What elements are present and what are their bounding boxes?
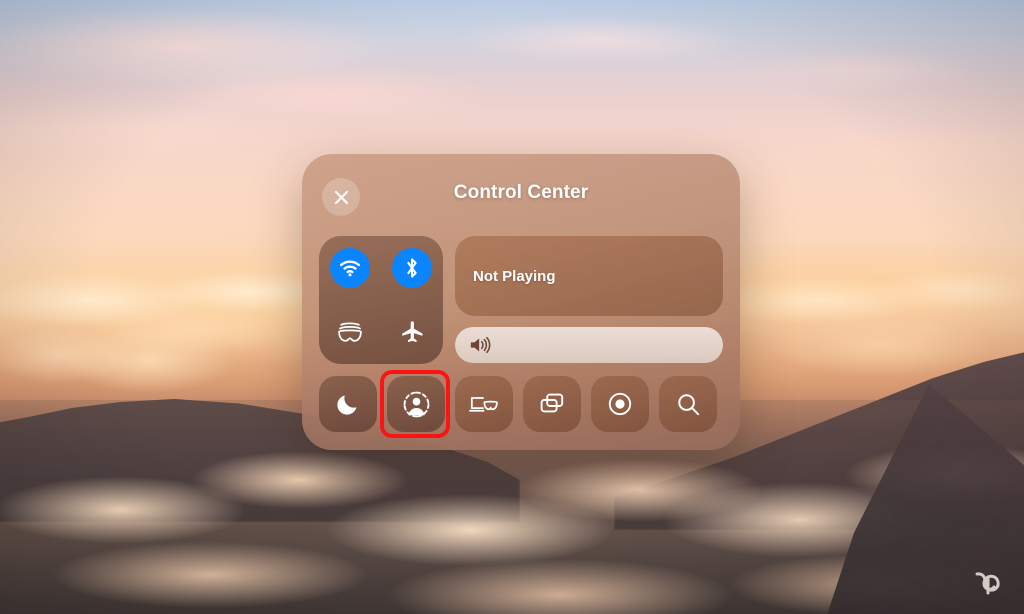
search-icon [677, 393, 699, 415]
moon-icon [337, 395, 357, 415]
wifi-toggle[interactable] [330, 248, 370, 288]
bluetooth-icon [407, 258, 417, 278]
page-title: Control Center [453, 182, 589, 203]
speaker-wave-icon [470, 336, 491, 354]
brand-watermark [975, 572, 1000, 595]
media-tile[interactable]: Not Playing [455, 236, 723, 316]
screen-record-button[interactable] [591, 376, 649, 432]
control-center-body: Not Playing [319, 236, 723, 432]
airplane-mode-toggle[interactable] [392, 312, 432, 352]
windows-icon [540, 393, 564, 413]
shortcut-row [319, 376, 723, 432]
search-button[interactable] [659, 376, 717, 432]
mac-virtual-display-icon [469, 397, 498, 412]
wifi-icon [340, 260, 360, 277]
media-and-volume-column: Not Playing [455, 236, 723, 364]
persona-button[interactable] [387, 376, 445, 432]
record-icon [608, 392, 632, 416]
airplane-icon [402, 321, 423, 343]
media-status-label: Not Playing [473, 267, 556, 285]
connectivity-tile [319, 236, 443, 364]
window-manager-button[interactable] [523, 376, 581, 432]
mac-virtual-display-button[interactable] [455, 376, 513, 432]
volume-slider-fill [455, 327, 723, 363]
control-center-upper-row: Not Playing [319, 236, 723, 364]
persona-icon [403, 391, 429, 417]
guest-user-toggle[interactable] [330, 312, 370, 352]
focus-button[interactable] [319, 376, 377, 432]
screenshot-stage: Control Center Not Playing [0, 0, 1024, 614]
control-center-panel: Control Center Not Playing [302, 154, 740, 450]
bluetooth-toggle[interactable] [392, 248, 432, 288]
volume-slider[interactable] [455, 327, 723, 363]
control-center-header: Control Center [302, 154, 740, 226]
vision-pro-icon [338, 322, 362, 342]
